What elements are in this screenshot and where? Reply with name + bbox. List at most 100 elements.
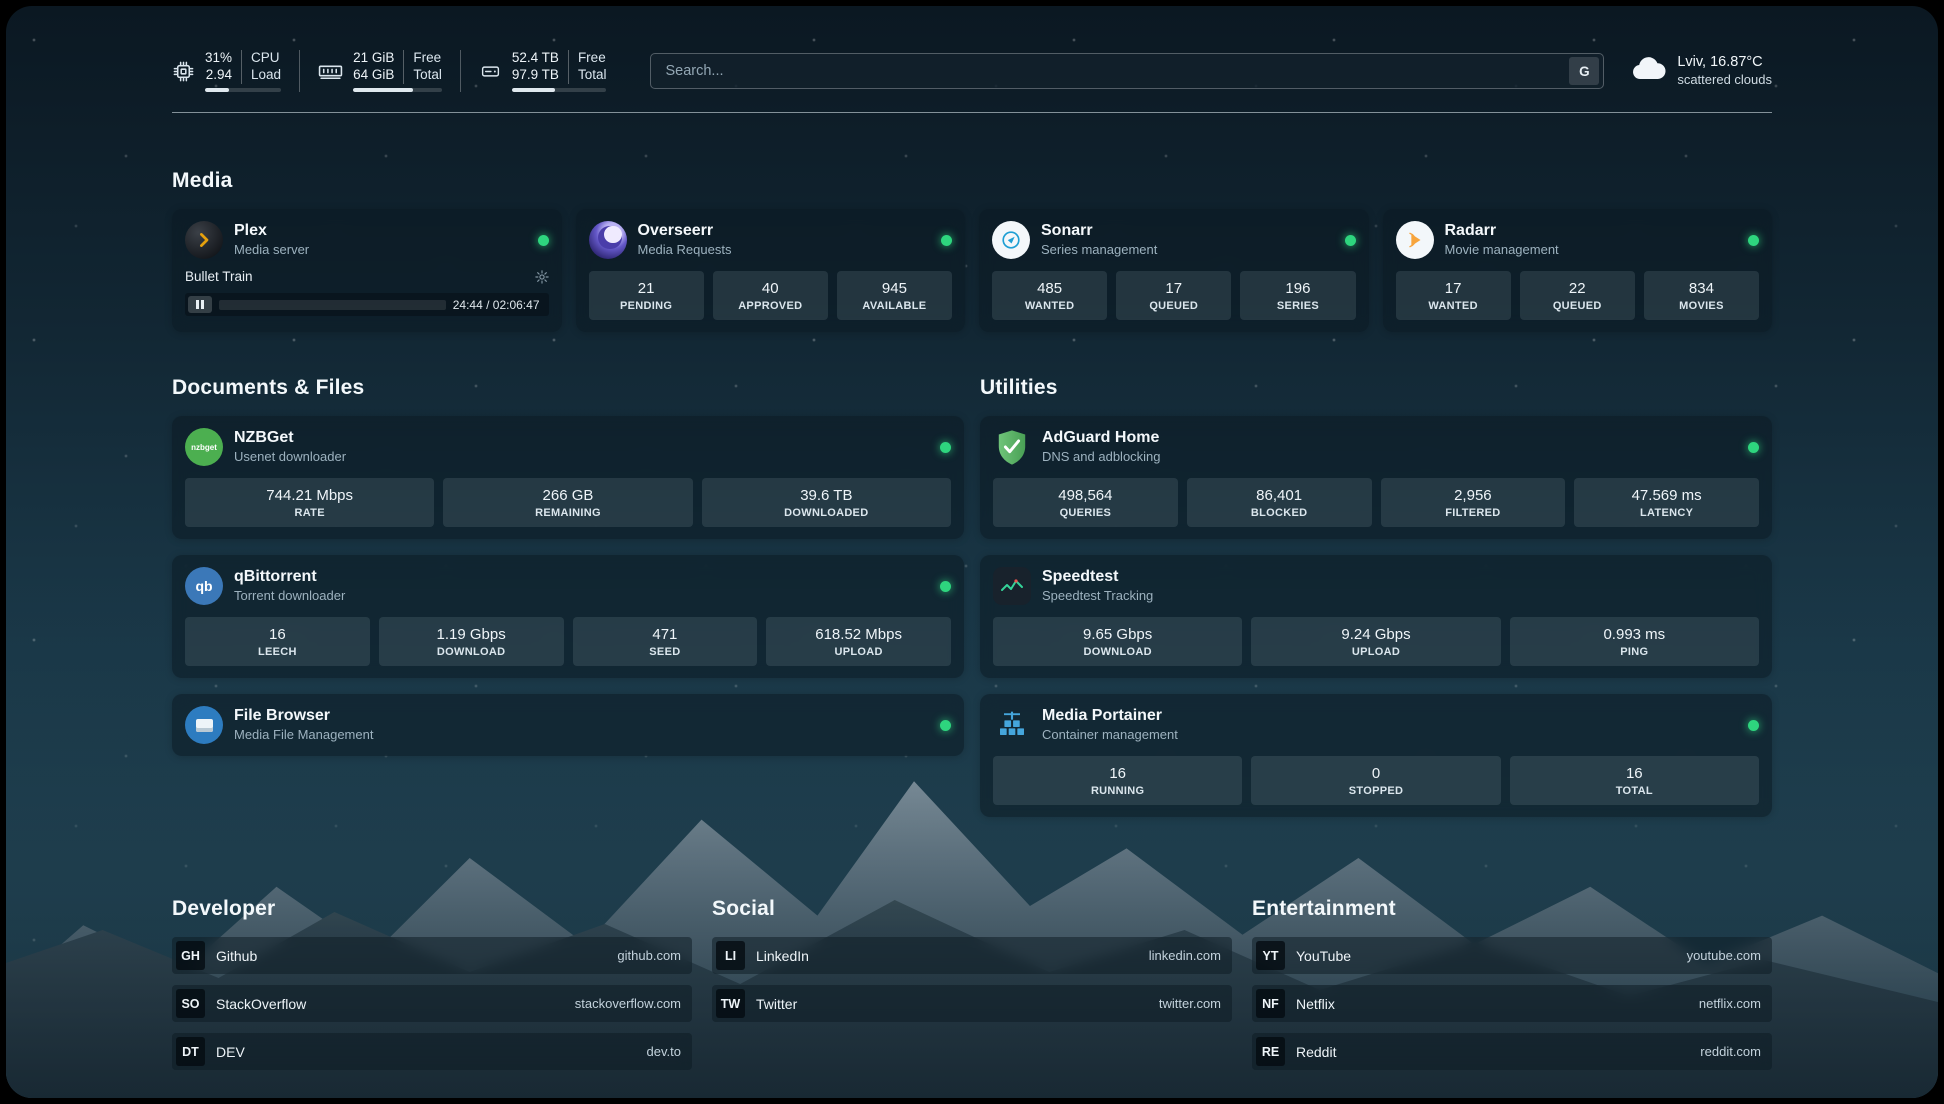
stat-label: DOWNLOAD — [383, 646, 560, 658]
dev-icon: DT — [176, 1037, 205, 1066]
stat-label: QUEUED — [1524, 300, 1631, 312]
app-card-plex[interactable]: Plex Media server Bullet Train — [172, 209, 562, 332]
pause-button[interactable] — [188, 296, 212, 313]
disk-label-bottom: Total — [578, 67, 607, 84]
bookmark-name: Reddit — [1296, 1044, 1336, 1060]
stat-filtered: 2,956 FILTERED — [1381, 478, 1566, 527]
stat-label: PENDING — [593, 300, 700, 312]
status-dot — [1748, 235, 1759, 246]
app-card-adguard[interactable]: AdGuard Home DNS and adblocking 498,564 … — [980, 416, 1772, 539]
app-desc: Usenet downloader — [234, 449, 346, 466]
app-desc: Series management — [1041, 242, 1157, 259]
memory-total-value: 64 GiB — [353, 67, 394, 84]
cpu-usage-bar — [205, 88, 281, 92]
memory-usage-bar — [353, 88, 442, 92]
status-dot — [940, 720, 951, 731]
netflix-icon: NF — [1256, 989, 1285, 1018]
adguard-icon — [993, 428, 1031, 466]
speedtest-icon — [993, 567, 1031, 605]
twitter-icon: TW — [716, 989, 745, 1018]
app-name: Radarr — [1445, 221, 1559, 242]
stat-label: DOWNLOADED — [706, 507, 947, 519]
stat-value: 17 — [1120, 280, 1227, 297]
cpu-label-top: CPU — [251, 50, 280, 67]
gear-icon[interactable] — [535, 270, 549, 284]
stat-label: SEED — [577, 646, 754, 658]
stat-blocked: 86,401 BLOCKED — [1187, 478, 1372, 527]
bookmark-name: StackOverflow — [216, 996, 306, 1012]
stat-queued: 17 QUEUED — [1116, 271, 1231, 320]
app-name: Speedtest — [1042, 567, 1153, 588]
stat-value: 16 — [189, 626, 366, 643]
app-card-speedtest[interactable]: Speedtest Speedtest Tracking 9.65 Gbps D… — [980, 555, 1772, 678]
bookmark-youtube[interactable]: YT YouTube youtube.com — [1252, 937, 1772, 974]
cpu-widget: 31% 2.94 CPU Load — [172, 50, 299, 92]
section-title-documents: Documents & Files — [172, 376, 964, 400]
app-name: AdGuard Home — [1042, 428, 1161, 449]
stat-seed: 471 SEED — [573, 617, 758, 666]
system-widgets: 31% 2.94 CPU Load — [172, 50, 624, 92]
app-card-sonarr[interactable]: Sonarr Series management 485 WANTED 17 Q… — [979, 209, 1369, 332]
section-utilities: Utilities AdGuard — [980, 376, 1772, 833]
app-card-nzbget[interactable]: nzbget NZBGet Usenet downloader 744.21 M… — [172, 416, 964, 539]
stat-label: DOWNLOAD — [997, 646, 1238, 658]
bookmark-group-social: Social LI LinkedIn linkedin.com TW Twitt… — [712, 897, 1232, 1081]
status-dot — [538, 235, 549, 246]
bookmark-domain: reddit.com — [1700, 1044, 1761, 1059]
bookmark-dev[interactable]: DT DEV dev.to — [172, 1033, 692, 1070]
weather-location: Lviv, 16.87°C — [1677, 53, 1772, 72]
stat-label: QUEUED — [1120, 300, 1227, 312]
bookmark-domain: stackoverflow.com — [575, 996, 681, 1011]
github-icon: GH — [176, 941, 205, 970]
bookmark-github[interactable]: GH Github github.com — [172, 937, 692, 974]
bookmark-name: Twitter — [756, 996, 797, 1012]
stat-value: 945 — [841, 280, 948, 297]
disk-free-value: 52.4 TB — [512, 50, 559, 67]
section-title-utilities: Utilities — [980, 376, 1772, 400]
stat-value: 86,401 — [1191, 487, 1368, 504]
search-engine-button[interactable]: G — [1569, 57, 1599, 85]
header-divider — [172, 112, 1772, 113]
youtube-icon: YT — [1256, 941, 1285, 970]
stat-upload: 618.52 Mbps UPLOAD — [766, 617, 951, 666]
stat-value: 2,956 — [1385, 487, 1562, 504]
stat-movies: 834 MOVIES — [1644, 271, 1759, 320]
stat-wanted: 17 WANTED — [1396, 271, 1511, 320]
top-bar: 31% 2.94 CPU Load — [172, 42, 1772, 100]
stat-available: 945 AVAILABLE — [837, 271, 952, 320]
stat-value: 1.19 Gbps — [383, 626, 560, 643]
app-desc: Container management — [1042, 727, 1178, 744]
stat-queued: 22 QUEUED — [1520, 271, 1635, 320]
app-card-portainer[interactable]: Media Portainer Container management 16 … — [980, 694, 1772, 817]
stat-label: SERIES — [1244, 300, 1351, 312]
status-dot — [1748, 442, 1759, 453]
bookmark-linkedin[interactable]: LI LinkedIn linkedin.com — [712, 937, 1232, 974]
playback-progress-track[interactable] — [219, 300, 446, 310]
stat-upload: 9.24 Gbps UPLOAD — [1251, 617, 1500, 666]
app-card-qbittorrent[interactable]: qb qBittorrent Torrent downloader 16 LEE… — [172, 555, 964, 678]
bookmark-stackoverflow[interactable]: SO StackOverflow stackoverflow.com — [172, 985, 692, 1022]
bookmark-twitter[interactable]: TW Twitter twitter.com — [712, 985, 1232, 1022]
search-input[interactable] — [651, 54, 1569, 88]
bookmark-reddit[interactable]: RE Reddit reddit.com — [1252, 1033, 1772, 1070]
status-dot — [1345, 235, 1356, 246]
stat-rate: 744.21 Mbps RATE — [185, 478, 434, 527]
bookmark-netflix[interactable]: NF Netflix netflix.com — [1252, 985, 1772, 1022]
cloud-icon — [1630, 55, 1666, 86]
status-dot — [1748, 720, 1759, 731]
stat-total: 16 TOTAL — [1510, 756, 1759, 805]
stat-label: LEECH — [189, 646, 366, 658]
stackoverflow-icon: SO — [176, 989, 205, 1018]
memory-widget: 21 GiB 64 GiB Free Total — [299, 50, 460, 92]
app-card-radarr[interactable]: Radarr Movie management 17 WANTED 22 QUE… — [1383, 209, 1773, 332]
stat-value: 16 — [1514, 765, 1755, 782]
app-desc: Movie management — [1445, 242, 1559, 259]
stat-label: TOTAL — [1514, 785, 1755, 797]
app-card-overseerr[interactable]: Overseerr Media Requests 21 PENDING 40 A… — [576, 209, 966, 332]
app-name: Plex — [234, 221, 309, 242]
stat-download: 1.19 Gbps DOWNLOAD — [379, 617, 564, 666]
section-title-media: Media — [172, 169, 1772, 193]
nzbget-icon: nzbget — [185, 428, 223, 466]
bookmark-name: DEV — [216, 1044, 245, 1060]
app-card-filebrowser[interactable]: File Browser Media File Management — [172, 694, 964, 756]
